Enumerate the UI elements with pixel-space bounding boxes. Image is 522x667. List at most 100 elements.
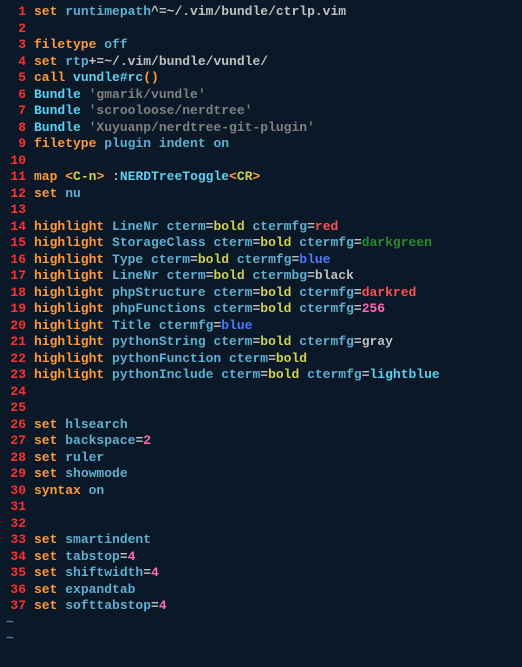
- code-line[interactable]: 29set showmode: [4, 466, 518, 483]
- code-content[interactable]: [34, 153, 518, 170]
- code-content[interactable]: highlight Type cterm=bold ctermfg=blue: [34, 252, 518, 269]
- code-line[interactable]: 4set rtp+=~/.vim/bundle/vundle/: [4, 54, 518, 71]
- line-number: 18: [4, 285, 34, 302]
- line-number: 29: [4, 466, 34, 483]
- code-line[interactable]: 7Bundle 'scrooloose/nerdtree': [4, 103, 518, 120]
- code-line[interactable]: 13: [4, 202, 518, 219]
- line-number: 28: [4, 450, 34, 467]
- code-line[interactable]: 28set ruler: [4, 450, 518, 467]
- code-line[interactable]: 24: [4, 384, 518, 401]
- code-line[interactable]: 27set backspace=2: [4, 433, 518, 450]
- line-number: 21: [4, 334, 34, 351]
- code-line[interactable]: 3filetype off: [4, 37, 518, 54]
- code-line[interactable]: 11map <C-n> :NERDTreeToggle<CR>: [4, 169, 518, 186]
- code-line[interactable]: 34set tabstop=4: [4, 549, 518, 566]
- code-content[interactable]: set backspace=2: [34, 433, 518, 450]
- code-content[interactable]: highlight pythonString cterm=bold ctermf…: [34, 334, 518, 351]
- code-line[interactable]: 23highlight pythonInclude cterm=bold cte…: [4, 367, 518, 384]
- code-content[interactable]: call vundle#rc(): [34, 70, 518, 87]
- line-number: 1: [4, 4, 34, 21]
- line-number: 31: [4, 499, 34, 516]
- line-number: 37: [4, 598, 34, 615]
- code-content[interactable]: filetype plugin indent on: [34, 136, 518, 153]
- line-number: 10: [4, 153, 34, 170]
- line-number: 24: [4, 384, 34, 401]
- code-line[interactable]: 1set runtimepath^=~/.vim/bundle/ctrlp.vi…: [4, 4, 518, 21]
- code-content[interactable]: [34, 21, 518, 38]
- line-number: 13: [4, 202, 34, 219]
- code-content[interactable]: set ruler: [34, 450, 518, 467]
- code-line[interactable]: 15highlight StorageClass cterm=bold cter…: [4, 235, 518, 252]
- code-content[interactable]: set shiftwidth=4: [34, 565, 518, 582]
- code-line[interactable]: 35set shiftwidth=4: [4, 565, 518, 582]
- code-line[interactable]: 26set hlsearch: [4, 417, 518, 434]
- code-content[interactable]: highlight phpFunctions cterm=bold ctermf…: [34, 301, 518, 318]
- code-content[interactable]: set smartindent: [34, 532, 518, 549]
- code-content[interactable]: filetype off: [34, 37, 518, 54]
- code-line[interactable]: 30syntax on: [4, 483, 518, 500]
- code-line[interactable]: 8Bundle 'Xuyuanp/nerdtree-git-plugin': [4, 120, 518, 137]
- line-number: 30: [4, 483, 34, 500]
- code-line[interactable]: 12set nu: [4, 186, 518, 203]
- empty-line-tilde: ~: [4, 615, 518, 632]
- line-number: 14: [4, 219, 34, 236]
- code-content[interactable]: Bundle 'Xuyuanp/nerdtree-git-plugin': [34, 120, 518, 137]
- line-number: 9: [4, 136, 34, 153]
- code-content[interactable]: [34, 400, 518, 417]
- code-line[interactable]: 36set expandtab: [4, 582, 518, 599]
- code-line[interactable]: 10: [4, 153, 518, 170]
- code-content[interactable]: set rtp+=~/.vim/bundle/vundle/: [34, 54, 518, 71]
- code-line[interactable]: 22highlight pythonFunction cterm=bold: [4, 351, 518, 368]
- line-number: 22: [4, 351, 34, 368]
- code-content[interactable]: Bundle 'gmarik/vundle': [34, 87, 518, 104]
- code-content[interactable]: map <C-n> :NERDTreeToggle<CR>: [34, 169, 518, 186]
- code-content[interactable]: highlight LineNr cterm=bold ctermbg=blac…: [34, 268, 518, 285]
- code-line[interactable]: 14highlight LineNr cterm=bold ctermfg=re…: [4, 219, 518, 236]
- code-content[interactable]: set hlsearch: [34, 417, 518, 434]
- code-line[interactable]: 6Bundle 'gmarik/vundle': [4, 87, 518, 104]
- code-content[interactable]: highlight StorageClass cterm=bold ctermf…: [34, 235, 518, 252]
- code-content[interactable]: set tabstop=4: [34, 549, 518, 566]
- code-line[interactable]: 18highlight phpStructure cterm=bold cter…: [4, 285, 518, 302]
- line-number: 36: [4, 582, 34, 599]
- code-content[interactable]: highlight pythonInclude cterm=bold cterm…: [34, 367, 518, 384]
- line-number: 4: [4, 54, 34, 71]
- line-number: 11: [4, 169, 34, 186]
- code-content[interactable]: set expandtab: [34, 582, 518, 599]
- code-line[interactable]: 32: [4, 516, 518, 533]
- line-number: 5: [4, 70, 34, 87]
- vim-editor[interactable]: 1set runtimepath^=~/.vim/bundle/ctrlp.vi…: [4, 4, 518, 648]
- code-line[interactable]: 25: [4, 400, 518, 417]
- code-line[interactable]: 5call vundle#rc(): [4, 70, 518, 87]
- code-line[interactable]: 16highlight Type cterm=bold ctermfg=blue: [4, 252, 518, 269]
- code-line[interactable]: 9filetype plugin indent on: [4, 136, 518, 153]
- code-content[interactable]: [34, 516, 518, 533]
- code-content[interactable]: highlight phpStructure cterm=bold ctermf…: [34, 285, 518, 302]
- code-content[interactable]: Bundle 'scrooloose/nerdtree': [34, 103, 518, 120]
- code-line[interactable]: 37set softtabstop=4: [4, 598, 518, 615]
- code-line[interactable]: 21highlight pythonString cterm=bold cter…: [4, 334, 518, 351]
- line-number: 8: [4, 120, 34, 137]
- code-content[interactable]: highlight Title ctermfg=blue: [34, 318, 518, 335]
- code-line[interactable]: 2: [4, 21, 518, 38]
- line-number: 35: [4, 565, 34, 582]
- line-number: 6: [4, 87, 34, 104]
- code-line[interactable]: 20highlight Title ctermfg=blue: [4, 318, 518, 335]
- code-content[interactable]: highlight pythonFunction cterm=bold: [34, 351, 518, 368]
- code-content[interactable]: highlight LineNr cterm=bold ctermfg=red: [34, 219, 518, 236]
- code-line[interactable]: 17highlight LineNr cterm=bold ctermbg=bl…: [4, 268, 518, 285]
- code-content[interactable]: syntax on: [34, 483, 518, 500]
- code-line[interactable]: 31: [4, 499, 518, 516]
- code-line[interactable]: 33set smartindent: [4, 532, 518, 549]
- code-content[interactable]: set nu: [34, 186, 518, 203]
- line-number: 32: [4, 516, 34, 533]
- code-content[interactable]: [34, 499, 518, 516]
- code-line[interactable]: 19highlight phpFunctions cterm=bold cter…: [4, 301, 518, 318]
- code-content[interactable]: [34, 384, 518, 401]
- code-content[interactable]: set showmode: [34, 466, 518, 483]
- line-number: 19: [4, 301, 34, 318]
- code-content[interactable]: [34, 202, 518, 219]
- code-content[interactable]: set runtimepath^=~/.vim/bundle/ctrlp.vim: [34, 4, 518, 21]
- code-content[interactable]: set softtabstop=4: [34, 598, 518, 615]
- line-number: 27: [4, 433, 34, 450]
